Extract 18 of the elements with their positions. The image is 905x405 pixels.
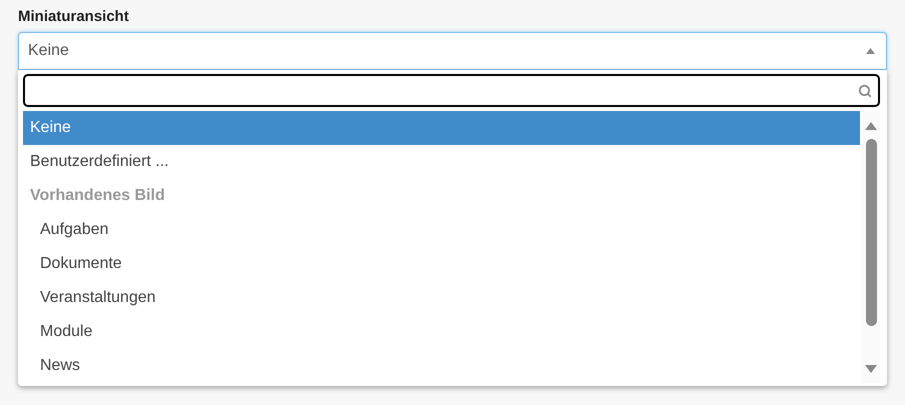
dropdown-option[interactable]: Dokumente bbox=[23, 247, 860, 281]
option-group-label: Vorhandenes Bild bbox=[29, 186, 166, 206]
dropdown-option[interactable]: Veranstaltungen bbox=[23, 281, 860, 315]
dropdown-option[interactable]: Benutzerdefiniert ... bbox=[23, 145, 860, 179]
scrollbar-thumb[interactable] bbox=[866, 139, 876, 326]
scrollbar[interactable] bbox=[862, 111, 880, 383]
dropdown-option[interactable]: Aufgaben bbox=[23, 213, 860, 247]
select-field[interactable]: Keine bbox=[18, 32, 887, 70]
search-field[interactable] bbox=[23, 74, 880, 107]
field-label: Miniaturansicht bbox=[18, 7, 129, 27]
dropdown-option[interactable]: Module bbox=[23, 315, 860, 349]
dropdown-option[interactable]: Keine bbox=[23, 111, 860, 145]
dropdown-option[interactable]: News bbox=[23, 349, 860, 383]
scroll-up-icon[interactable] bbox=[865, 122, 877, 130]
select-value: Keine bbox=[28, 41, 69, 61]
search-icon bbox=[858, 84, 872, 98]
caret-icon bbox=[866, 48, 875, 54]
scroll-down-icon[interactable] bbox=[865, 365, 877, 373]
